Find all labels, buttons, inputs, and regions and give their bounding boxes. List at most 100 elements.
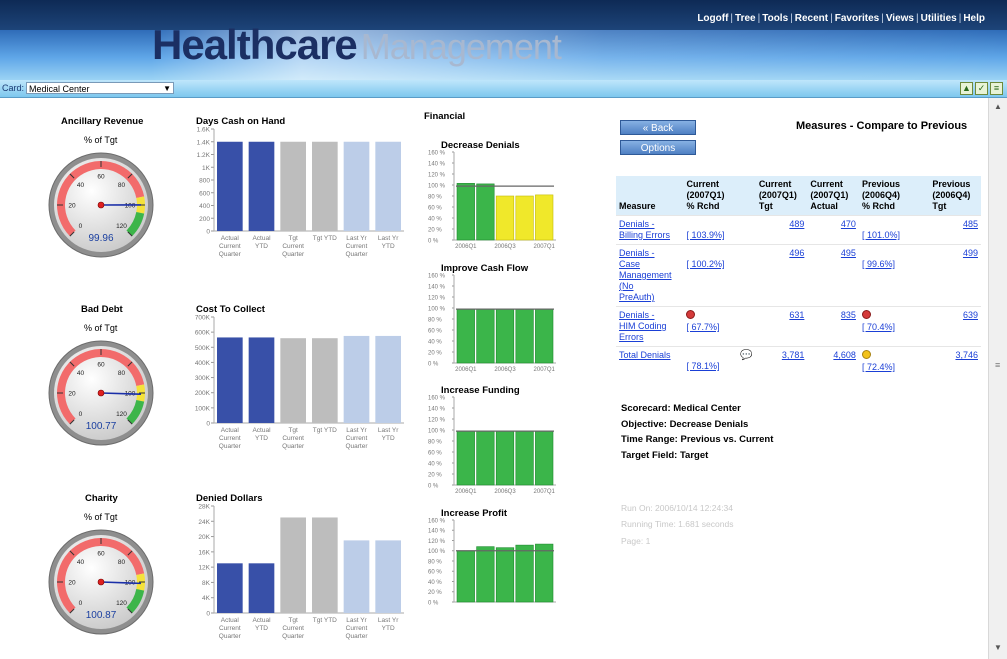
x-tick-label: 2007Q1 bbox=[534, 367, 556, 373]
gauge-bad-debt: 020406080100120100.77 bbox=[48, 340, 154, 446]
scroll-grip-icon[interactable]: ≡ bbox=[995, 360, 1000, 370]
prev-tgt-link[interactable]: 3,746 bbox=[955, 350, 978, 360]
prev-rchd-link[interactable]: [ 72.4%] bbox=[862, 362, 895, 372]
gauge-tick-label: 60 bbox=[97, 362, 105, 369]
bar bbox=[375, 540, 401, 613]
y-tick-label: 60 % bbox=[428, 450, 442, 456]
cur-act-link[interactable]: 470 bbox=[841, 219, 856, 229]
gauge-value: 100.77 bbox=[86, 421, 117, 432]
prev-tgt-link[interactable]: 639 bbox=[963, 310, 978, 320]
x-tick-label: YTD bbox=[382, 435, 395, 442]
help-link[interactable]: Help bbox=[963, 13, 985, 24]
y-tick-label: 0 bbox=[206, 421, 210, 428]
cur-act-link[interactable]: 4,608 bbox=[833, 350, 856, 360]
y-tick-label: 0 bbox=[206, 611, 210, 618]
comment-icon[interactable]: 💬 bbox=[740, 350, 752, 361]
y-tick-label: 400 bbox=[199, 203, 210, 210]
prev-rchd-link[interactable]: [ 101.0%] bbox=[862, 230, 900, 240]
cur-tgt-link[interactable]: 489 bbox=[789, 219, 804, 229]
x-tick-label: Tgt YTD bbox=[313, 617, 337, 624]
x-tick-label: YTD bbox=[255, 243, 268, 250]
x-tick-label: 2006Q3 bbox=[494, 367, 516, 373]
prev-tgt-link[interactable]: 485 bbox=[963, 219, 978, 229]
y-tick-label: 140 % bbox=[428, 161, 446, 167]
page-text: Page: 1 bbox=[621, 536, 651, 546]
bar bbox=[535, 543, 554, 603]
y-tick-label: 16K bbox=[198, 549, 210, 556]
bar bbox=[343, 540, 370, 613]
app-window: Logoff | Tree | Tools | Recent | Favorites | Views… bbox=[0, 0, 1007, 659]
back-button[interactable]: « Back bbox=[620, 120, 696, 135]
cur-rchd-link[interactable]: [ 67.7%] bbox=[686, 322, 719, 332]
options-button[interactable]: Options bbox=[620, 140, 696, 155]
x-tick-label: Quarter bbox=[282, 443, 305, 450]
card-select[interactable]: Medical Center ▼ bbox=[26, 82, 174, 94]
y-tick-label: 12K bbox=[198, 565, 210, 572]
panel-title: Measures - Compare to Previous bbox=[796, 120, 968, 132]
y-tick-label: 800 bbox=[199, 178, 210, 185]
y-tick-label: 200 bbox=[199, 216, 210, 223]
bar bbox=[495, 195, 515, 241]
y-tick-label: 140 % bbox=[428, 284, 446, 290]
bar bbox=[476, 430, 495, 486]
scroll-down-icon[interactable]: ▼ bbox=[994, 643, 1002, 652]
table-row: Total Denials 💬 [ 78.1%] 3,781 4,608 [ 72… bbox=[616, 346, 981, 376]
favorites-link[interactable]: Favorites bbox=[835, 13, 879, 24]
x-tick-label: Quarter bbox=[219, 633, 242, 640]
prev-rchd-link[interactable]: [ 99.6%] bbox=[862, 259, 895, 269]
table-header-row: Measure Current (2007Q1)% Rchd Current (20… bbox=[616, 176, 981, 216]
measure-link[interactable]: Denials - HIM Coding Errors bbox=[619, 310, 667, 342]
bar bbox=[535, 430, 554, 486]
check-icon[interactable]: ✓ bbox=[975, 82, 988, 95]
cur-tgt-link[interactable]: 631 bbox=[789, 310, 804, 320]
prev-rchd-link[interactable]: [ 70.4%] bbox=[862, 322, 895, 332]
y-tick-label: 60 % bbox=[428, 328, 442, 334]
red-status-icon bbox=[686, 310, 696, 319]
objective-text: Objective: Decrease Denials bbox=[621, 419, 749, 430]
gauge-tick-label: 80 bbox=[118, 182, 126, 189]
measure-link[interactable]: Total Denials bbox=[619, 350, 671, 360]
prev-tgt-link[interactable]: 499 bbox=[963, 248, 978, 258]
cur-rchd-link[interactable]: [ 100.2%] bbox=[686, 259, 724, 269]
x-tick-label: 2006Q1 bbox=[455, 489, 477, 495]
y-tick-label: 60 % bbox=[428, 570, 442, 576]
y-tick-label: 4K bbox=[202, 595, 211, 602]
measure-link[interactable]: Denials - Billing Errors bbox=[619, 219, 670, 240]
y-tick-label: 500K bbox=[195, 345, 211, 352]
views-link[interactable]: Views bbox=[886, 13, 914, 24]
col-header: Current (2007Q1) Actual bbox=[807, 176, 859, 216]
cur-rchd-link[interactable]: [ 78.1%] bbox=[686, 361, 719, 371]
export-icon[interactable]: ≡ bbox=[990, 82, 1003, 95]
y-tick-label: 0 % bbox=[428, 483, 439, 489]
gauge-hub bbox=[97, 389, 105, 397]
vertical-scrollbar[interactable]: ▲ ≡ ▼ bbox=[988, 98, 1007, 659]
scroll-up-icon[interactable]: ▲ bbox=[994, 102, 1002, 111]
gauge-charity: 020406080100120100.87 bbox=[48, 529, 154, 635]
gauge-tick-label: 40 bbox=[77, 559, 85, 566]
tree-link[interactable]: Tree bbox=[735, 13, 756, 24]
bar bbox=[248, 563, 275, 613]
tools-link[interactable]: Tools bbox=[762, 13, 788, 24]
increase-funding-chart: 160 % 140 % 120 % 100 % 80 % 60 % 40 % 20 % 0 % 2… bbox=[428, 395, 556, 495]
bar bbox=[375, 335, 401, 423]
y-tick-label: 80 % bbox=[428, 559, 442, 565]
cur-act-link[interactable]: 495 bbox=[841, 248, 856, 258]
utilities-link[interactable]: Utilities bbox=[921, 13, 957, 24]
measure-link[interactable]: Denials - Case Management (No PreAuth) bbox=[619, 248, 672, 302]
bar bbox=[535, 194, 554, 241]
cur-act-link[interactable]: 835 bbox=[841, 310, 856, 320]
recent-link[interactable]: Recent bbox=[795, 13, 828, 24]
increase-profit-chart: 160 % 140 % 120 % 100 % 80 % 60 % 40 % 20 % 0 % bbox=[428, 518, 556, 606]
logoff-link[interactable]: Logoff bbox=[697, 13, 728, 24]
cur-tgt-link[interactable]: 3,781 bbox=[782, 350, 805, 360]
lock-icon[interactable]: ▲ bbox=[960, 82, 973, 95]
gauge-hub bbox=[97, 201, 105, 209]
table-row: Denials - Case Management (No PreAuth) [ 100… bbox=[616, 244, 981, 307]
x-tick-label: Last Yr bbox=[378, 617, 399, 624]
cur-tgt-link[interactable]: 496 bbox=[789, 248, 804, 258]
y-tick-label: 100 % bbox=[428, 428, 446, 434]
bar bbox=[312, 517, 338, 613]
cur-rchd-link[interactable]: [ 103.9%] bbox=[686, 230, 724, 240]
bar bbox=[280, 517, 306, 613]
x-tick-label: YTD bbox=[382, 625, 395, 632]
